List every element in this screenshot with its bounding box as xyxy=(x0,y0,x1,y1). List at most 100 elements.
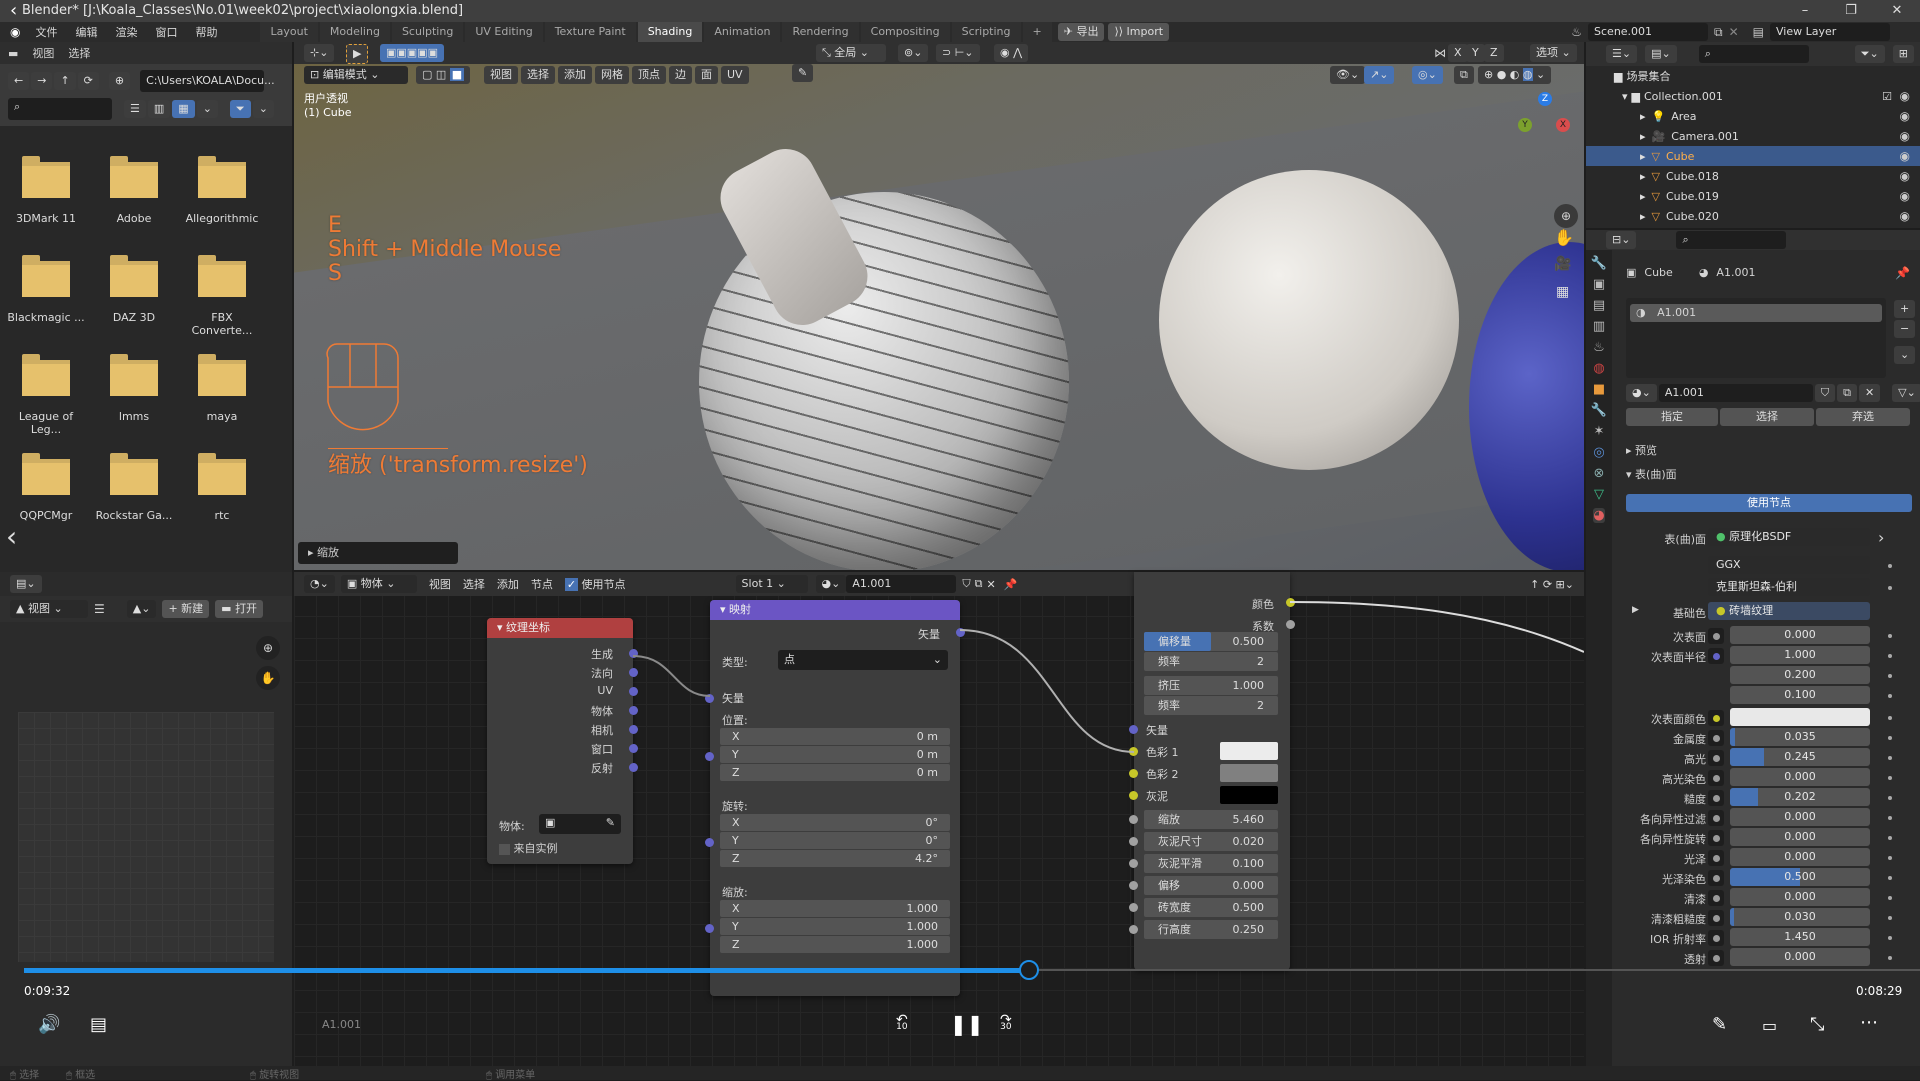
menu-file[interactable]: 文件 xyxy=(26,24,66,40)
property-value-field[interactable]: 1.000 xyxy=(1730,646,1870,664)
select-tool-icon[interactable]: ▶ xyxy=(346,44,369,64)
base-color-link-field[interactable]: ● 砖墙纹理 xyxy=(1708,602,1870,620)
property-value-field[interactable] xyxy=(1730,708,1870,726)
outliner-row[interactable]: ▸ 🎥 Camera.001 ◉ xyxy=(1586,126,1920,146)
folder-item[interactable]: DAZ 3D xyxy=(94,255,174,324)
image-browse-icon[interactable]: ▲⌄ xyxy=(126,600,157,618)
input-socket-icon[interactable] xyxy=(1708,628,1724,644)
fb-menu-select[interactable]: 选择 xyxy=(68,45,90,61)
mesh-select-mode[interactable]: ▢ ◫ ■ xyxy=(416,66,471,84)
keyframe-dot[interactable] xyxy=(1888,956,1892,960)
modifier-tab-icon[interactable]: 🔧 xyxy=(1591,403,1607,418)
filter-dropdown-icon[interactable]: ⌄ xyxy=(252,100,274,118)
view-layer-tab-icon[interactable]: ▥ xyxy=(1593,319,1605,334)
view-layer-filter-icon[interactable]: ▤⌄ xyxy=(1645,45,1677,63)
expand-shader-icon[interactable]: › xyxy=(1878,528,1884,547)
gizmo-z-axis[interactable]: Z xyxy=(1538,92,1552,106)
parent-dir-icon[interactable]: ↑ xyxy=(54,72,76,90)
pan-view-icon[interactable]: ✋ xyxy=(1554,228,1574,247)
outliner-row[interactable]: ▸ 💡 Area ◉ xyxy=(1586,106,1920,126)
mirror-z-button[interactable]: Z xyxy=(1484,44,1504,62)
folder-item[interactable]: League of Leg... xyxy=(6,354,86,436)
folder-item[interactable]: 3DMark 11 xyxy=(6,156,86,225)
expand-icon[interactable]: ▸ xyxy=(1640,110,1646,123)
keyframe-dot[interactable] xyxy=(1888,816,1892,820)
add-slot-button[interactable]: + xyxy=(1894,300,1916,318)
expand-icon[interactable]: ▸ xyxy=(1640,170,1646,183)
tool-tab-icon[interactable]: 🔧 xyxy=(1591,256,1607,271)
scene-tab-icon[interactable]: ♨ xyxy=(1593,340,1605,355)
keyframe-dot[interactable] xyxy=(1888,916,1892,920)
tab-scripting[interactable]: Scripting xyxy=(951,22,1021,42)
assign-button[interactable]: 指定 xyxy=(1626,408,1718,426)
property-value-field[interactable]: 0.030 xyxy=(1730,908,1870,926)
collection-checkbox[interactable]: ☑ xyxy=(1882,90,1892,103)
keyframe-dot[interactable] xyxy=(1888,634,1892,638)
tab-modeling[interactable]: Modeling xyxy=(319,22,390,42)
viewport-menu-item[interactable]: 面 xyxy=(695,66,718,84)
minimize-button[interactable]: – xyxy=(1782,0,1828,22)
slot-specials-button[interactable]: ⌄ xyxy=(1894,346,1916,364)
property-value-field[interactable]: 1.450 xyxy=(1730,928,1870,946)
render-tab-icon[interactable]: ▣ xyxy=(1593,277,1605,292)
menu-window[interactable]: 窗口 xyxy=(146,24,186,40)
blender-logo-icon[interactable]: ◉ xyxy=(0,25,26,39)
pan-icon[interactable]: ✋ xyxy=(256,666,280,690)
input-socket-icon[interactable] xyxy=(1708,830,1724,846)
input-socket-icon[interactable] xyxy=(1708,750,1724,766)
export-button[interactable]: ✈ 导出 xyxy=(1057,23,1105,41)
keyframe-dot[interactable] xyxy=(1888,796,1892,800)
add-workspace-button[interactable]: + xyxy=(1022,22,1052,42)
property-value-field[interactable]: 0.245 xyxy=(1730,748,1870,766)
folder-item[interactable]: Rockstar Ga... xyxy=(94,453,174,522)
input-socket-icon[interactable] xyxy=(1708,648,1724,664)
physics-tab-icon[interactable]: ◎ xyxy=(1593,445,1604,460)
property-value-field[interactable]: 0.000 xyxy=(1730,888,1870,906)
copy-scene-icon[interactable]: ⧉ xyxy=(1714,25,1723,40)
back-arrow-icon[interactable]: ‹ xyxy=(10,0,17,21)
viewport-menu-item[interactable]: 边 xyxy=(669,66,692,84)
volume-icon[interactable]: 🔊 xyxy=(38,1014,60,1035)
vertical-list-icon[interactable]: ☰ xyxy=(124,100,146,118)
tab-layout[interactable]: Layout xyxy=(260,22,318,42)
prev-arrow-icon[interactable]: ‹ xyxy=(6,520,17,553)
folder-item[interactable]: rtc xyxy=(182,453,262,522)
viewport-menu-item[interactable]: 添加 xyxy=(558,66,592,84)
eyedropper-icon[interactable]: ✎ xyxy=(792,64,814,82)
visibility-eye-icon[interactable]: ◉ xyxy=(1900,89,1910,103)
keyframe-dot[interactable] xyxy=(1888,756,1892,760)
particles-tab-icon[interactable]: ✶ xyxy=(1594,424,1605,439)
editor-type-icon[interactable]: ⊹⌄ xyxy=(304,44,335,62)
zoom-icon[interactable]: ⊕ xyxy=(256,636,280,660)
select-button[interactable]: 选择 xyxy=(1720,408,1814,426)
rewind-button[interactable]: ↶ 10 xyxy=(896,1012,908,1032)
last-operator-panel[interactable]: ▸ 缩放 xyxy=(298,542,458,564)
outliner-row[interactable]: ▸ ▽ Cube ◉ xyxy=(1586,146,1920,166)
zoom-view-icon[interactable]: ⊕ xyxy=(1554,204,1578,228)
outliner-filter-icon[interactable]: ⏷⌄ xyxy=(1854,45,1885,63)
open-image-button[interactable]: ▬ 打开 xyxy=(215,600,264,618)
gizmo-y-axis[interactable]: Y xyxy=(1518,118,1532,132)
hamburger-menu-icon[interactable]: ☰ xyxy=(94,602,105,616)
expand-icon[interactable]: ▸ xyxy=(1640,210,1646,223)
material-tab-icon[interactable]: ◕ xyxy=(1593,508,1605,523)
constraints-tab-icon[interactable]: ⊗ xyxy=(1594,466,1605,481)
visibility-eye-icon[interactable]: ◉ xyxy=(1900,129,1910,143)
mirror-x-button[interactable]: X xyxy=(1448,44,1468,62)
material-slot-item[interactable]: ◑ A1.001 xyxy=(1630,304,1882,322)
visibility-eye-icon[interactable]: ◉ xyxy=(1900,189,1910,203)
more-options-icon[interactable]: ⋯ xyxy=(1860,1012,1878,1033)
back-icon[interactable]: ← xyxy=(8,72,30,90)
viewport-menu-item[interactable]: UV xyxy=(721,66,749,84)
input-socket-icon[interactable] xyxy=(1708,930,1724,946)
tab-animation[interactable]: Animation xyxy=(704,22,781,42)
outliner-row[interactable]: ▸ ▽ Cube.018 ◉ xyxy=(1586,166,1920,186)
pause-button[interactable]: ❚❚ xyxy=(950,1012,984,1036)
scene-collection-row[interactable]: ▆ 场景集合 xyxy=(1586,66,1920,86)
thumbnails-icon[interactable]: ▦ xyxy=(172,100,195,118)
visibility-eye-icon[interactable]: ◉ xyxy=(1900,109,1910,123)
white-sphere[interactable] xyxy=(1159,170,1459,470)
property-value-field[interactable]: 0.000 xyxy=(1730,626,1870,644)
input-socket-icon[interactable] xyxy=(1708,730,1724,746)
property-value-field[interactable]: 0.500 xyxy=(1730,868,1870,886)
